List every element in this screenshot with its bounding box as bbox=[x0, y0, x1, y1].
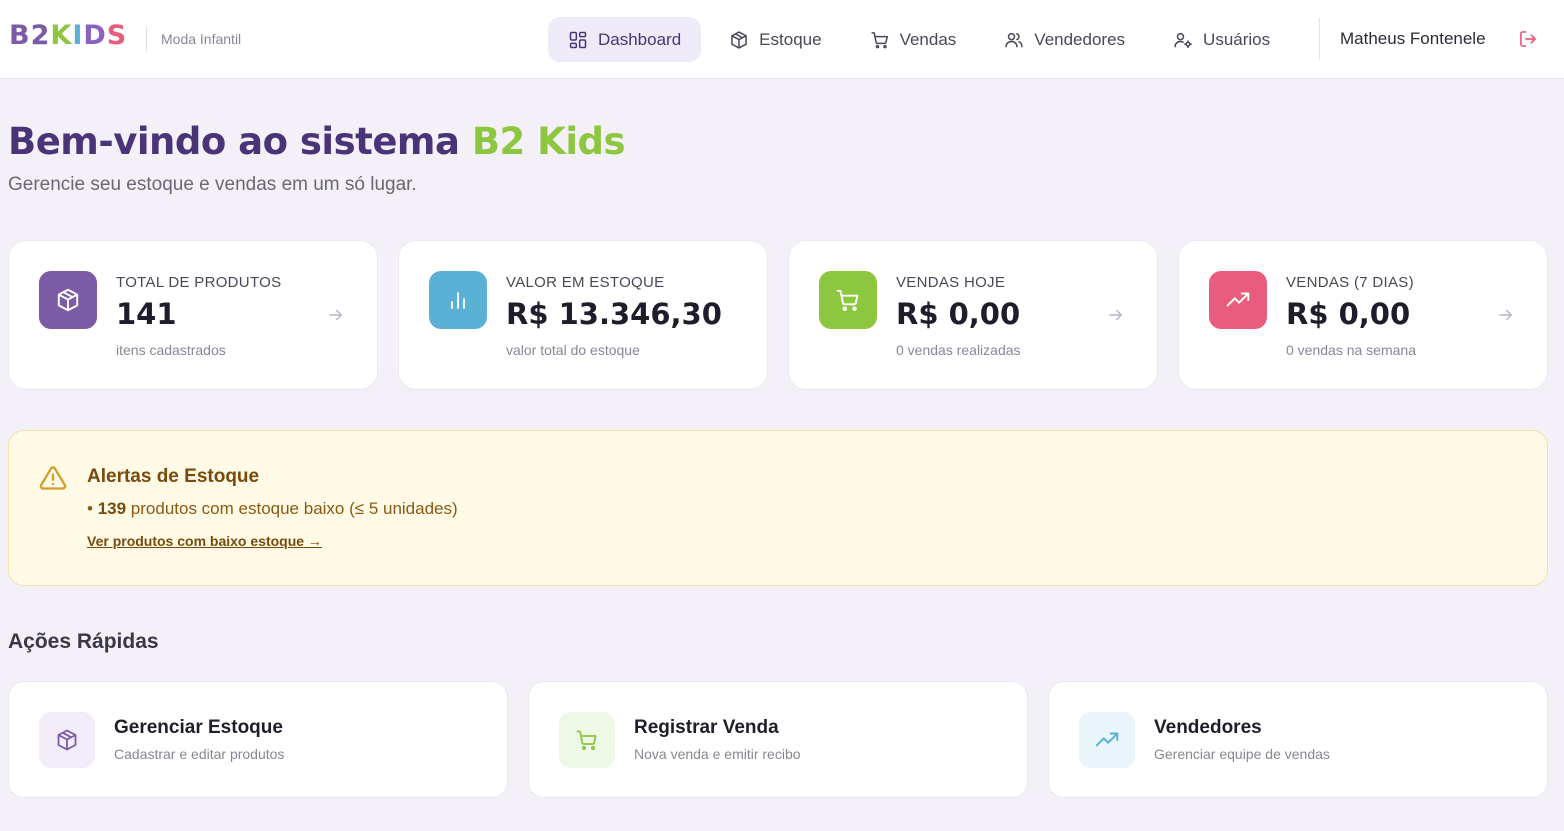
main-nav: Dashboard Estoque Vendas Vendedores Usuá… bbox=[548, 17, 1298, 62]
arrow-right-icon bbox=[329, 309, 342, 321]
top-navbar: B2KIDS Moda Infantil Dashboard Estoque V… bbox=[0, 0, 1564, 79]
stat-icon-trend bbox=[1209, 271, 1267, 329]
stat-desc: valor total do estoque bbox=[506, 342, 640, 358]
stat-icon-box bbox=[39, 271, 97, 329]
quick-action-registrar-venda[interactable]: Registrar Venda Nova venda e emitir reci… bbox=[528, 681, 1028, 798]
arrow-right-icon bbox=[1109, 309, 1122, 321]
box-icon bbox=[57, 288, 79, 312]
user-name: Matheus Fontenele bbox=[1340, 29, 1486, 48]
stat-desc: 0 vendas realizadas bbox=[896, 342, 1021, 358]
low-stock-link[interactable]: Ver produtos com baixo estoque → bbox=[87, 533, 322, 549]
quick-action-desc: Nova venda e emitir recibo bbox=[634, 746, 801, 762]
logo-letter: S bbox=[106, 20, 128, 51]
nav-item-dashboard[interactable]: Dashboard bbox=[548, 17, 702, 62]
logo-letter: K bbox=[50, 20, 73, 51]
nav-label: Vendas bbox=[899, 29, 957, 49]
logo-letter: 2 bbox=[30, 20, 51, 51]
nav-label: Dashboard bbox=[598, 29, 682, 49]
nav-item-vendas[interactable]: Vendas bbox=[850, 17, 977, 62]
cart-icon bbox=[836, 289, 859, 311]
box-icon bbox=[731, 30, 748, 49]
quick-action-desc: Cadastrar e editar produtos bbox=[114, 746, 285, 762]
stat-card-vendas-hoje[interactable]: VENDAS HOJE R$ 0,00 0 vendas realizadas bbox=[788, 240, 1158, 390]
stat-icon-cart bbox=[819, 271, 877, 329]
stat-value: R$ 0,00 bbox=[1286, 297, 1411, 331]
quick-action-gerenciar-estoque[interactable]: Gerenciar Estoque Cadastrar e editar pro… bbox=[8, 681, 508, 798]
quick-action-icon bbox=[39, 712, 95, 768]
stat-desc: 0 vendas na semana bbox=[1286, 342, 1416, 358]
stock-alert-panel: Alertas de Estoque • 139 produtos com es… bbox=[8, 430, 1548, 586]
brand-tagline: Moda Infantil bbox=[161, 31, 242, 47]
stat-card-valor-estoque[interactable]: VALOR EM ESTOQUE R$ 13.346,30 valor tota… bbox=[398, 240, 768, 390]
trending-up-icon bbox=[1226, 292, 1250, 307]
quick-action-title: Gerenciar Estoque bbox=[114, 717, 283, 738]
title-accent: B2 Kids bbox=[471, 120, 626, 163]
quick-action-desc: Gerenciar equipe de vendas bbox=[1154, 746, 1330, 762]
nav-item-usuarios[interactable]: Usuários bbox=[1153, 17, 1290, 62]
arrow-right-icon bbox=[1499, 309, 1512, 321]
stat-value: R$ 13.346,30 bbox=[506, 297, 722, 331]
stat-card-vendas-7-dias[interactable]: VENDAS (7 DIAS) R$ 0,00 0 vendas na sema… bbox=[1178, 240, 1548, 390]
page-title: Bem-vindo ao sistema B2 Kids bbox=[8, 120, 626, 163]
quick-action-title: Registrar Venda bbox=[634, 717, 779, 738]
users-icon bbox=[1005, 32, 1023, 47]
stat-desc: itens cadastrados bbox=[116, 342, 226, 358]
stat-value: 141 bbox=[116, 297, 177, 331]
alert-bullet: • bbox=[87, 499, 93, 518]
trending-up-icon bbox=[1095, 732, 1119, 747]
page-subtitle: Gerencie seu estoque e vendas em um só l… bbox=[8, 174, 417, 195]
stat-label: TOTAL DE PRODUTOS bbox=[116, 274, 282, 291]
cart-icon bbox=[576, 730, 597, 751]
quick-action-icon bbox=[1079, 712, 1135, 768]
logout-icon[interactable] bbox=[1518, 29, 1538, 49]
alert-message: • 139 produtos com estoque baixo (≤ 5 un… bbox=[87, 499, 458, 519]
cart-icon bbox=[870, 31, 888, 48]
stat-icon-chart bbox=[429, 271, 487, 329]
nav-item-estoque[interactable]: Estoque bbox=[709, 17, 841, 62]
nav-divider bbox=[1319, 18, 1320, 60]
alert-title: Alertas de Estoque bbox=[87, 466, 260, 487]
brand-logo[interactable]: B2KIDS bbox=[9, 20, 127, 51]
logo-letter: I bbox=[72, 20, 84, 51]
bar-chart-icon bbox=[451, 292, 465, 309]
warning-icon bbox=[39, 466, 67, 490]
quick-action-icon bbox=[559, 712, 615, 768]
logo-letter: D bbox=[83, 20, 107, 51]
nav-item-vendedores[interactable]: Vendedores bbox=[984, 17, 1145, 62]
nav-label: Vendedores bbox=[1034, 29, 1126, 49]
box-icon bbox=[57, 729, 77, 751]
nav-label: Estoque bbox=[759, 29, 822, 49]
stat-label: VALOR EM ESTOQUE bbox=[506, 274, 665, 291]
title-prefix: Bem-vindo ao sistema bbox=[8, 120, 460, 163]
logo-divider bbox=[146, 27, 147, 51]
grid-icon bbox=[569, 31, 587, 48]
quick-action-vendedores[interactable]: Vendedores Gerenciar equipe de vendas bbox=[1048, 681, 1548, 798]
quick-action-title: Vendedores bbox=[1154, 717, 1262, 738]
stat-label: VENDAS HOJE bbox=[896, 274, 1006, 291]
stat-card-total-produtos[interactable]: TOTAL DE PRODUTOS 141 itens cadastrados bbox=[8, 240, 378, 390]
user-cog-icon bbox=[1174, 32, 1192, 48]
logo-letter: B bbox=[9, 20, 31, 51]
nav-label: Usuários bbox=[1203, 29, 1271, 49]
stat-label: VENDAS (7 DIAS) bbox=[1286, 274, 1414, 291]
alert-count: 139 bbox=[97, 499, 127, 518]
alert-text: produtos com estoque baixo (≤ 5 unidades… bbox=[130, 499, 458, 518]
stat-value: R$ 0,00 bbox=[896, 297, 1021, 331]
quick-actions-title: Ações Rápidas bbox=[8, 630, 159, 653]
